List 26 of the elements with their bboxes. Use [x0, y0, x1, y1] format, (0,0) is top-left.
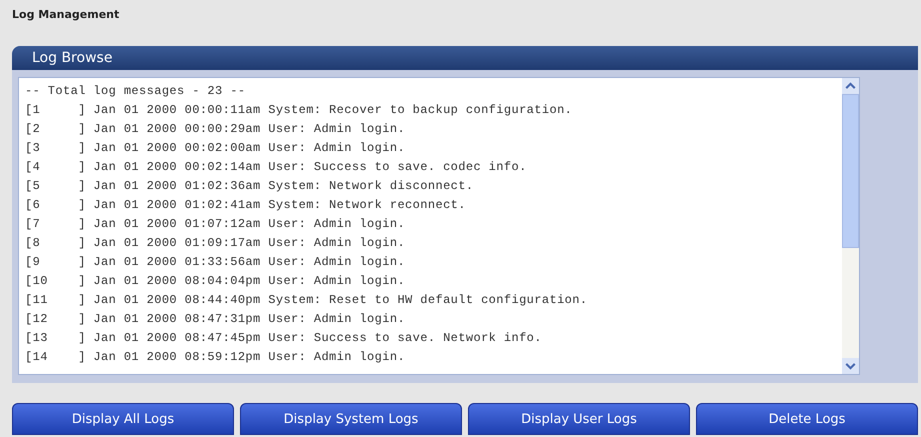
log-line: [13 ] Jan 01 2000 08:47:45pm User: Success to save. Network info. [25, 330, 543, 347]
scroll-up-icon[interactable] [842, 78, 859, 94]
log-line: [7 ] Jan 01 2000 01:07:12am User: Admin login. [25, 216, 406, 233]
log-line: [1 ] Jan 01 2000 00:00:11am System: Recover to backup configuration. [25, 102, 574, 119]
log-action-button[interactable]: Display System Logs [240, 403, 462, 435]
panel-title: Log Browse [32, 50, 112, 66]
scrollbar-thumb[interactable] [842, 94, 859, 248]
scroll-down-icon[interactable] [842, 358, 859, 374]
scrollbar[interactable] [842, 78, 859, 374]
log-action-button[interactable]: Display User Logs [468, 403, 690, 435]
log-text-area[interactable] [18, 77, 860, 375]
log-line: [4 ] Jan 01 2000 00:02:14am User: Success to save. codec info. [25, 159, 528, 176]
log-line: [6 ] Jan 01 2000 01:02:41am System: Network reconnect. [25, 197, 467, 214]
log-action-button[interactable]: Display All Logs [12, 403, 234, 435]
log-line: -- Total log messages - 23 -- [25, 83, 246, 100]
log-line: [10 ] Jan 01 2000 08:04:04pm User: Admin login. [25, 273, 406, 290]
log-line: [11 ] Jan 01 2000 08:44:40pm System: Reset to HW default configuration. [25, 292, 588, 309]
log-line: [2 ] Jan 01 2000 00:00:29am User: Admin login. [25, 121, 406, 138]
log-line: [8 ] Jan 01 2000 01:09:17am User: Admin login. [25, 235, 406, 252]
log-line: [12 ] Jan 01 2000 08:47:31pm User: Admin login. [25, 311, 406, 328]
log-line: [14 ] Jan 01 2000 08:59:12pm User: Admin login. [25, 349, 406, 366]
page-title: Log Management [12, 8, 120, 23]
log-line: [5 ] Jan 01 2000 01:02:36am System: Network disconnect. [25, 178, 474, 195]
log-action-button[interactable]: Delete Logs [696, 403, 918, 435]
log-line: [3 ] Jan 01 2000 00:02:00am User: Admin login. [25, 140, 406, 157]
log-line: [9 ] Jan 01 2000 01:33:56am User: Admin login. [25, 254, 406, 271]
